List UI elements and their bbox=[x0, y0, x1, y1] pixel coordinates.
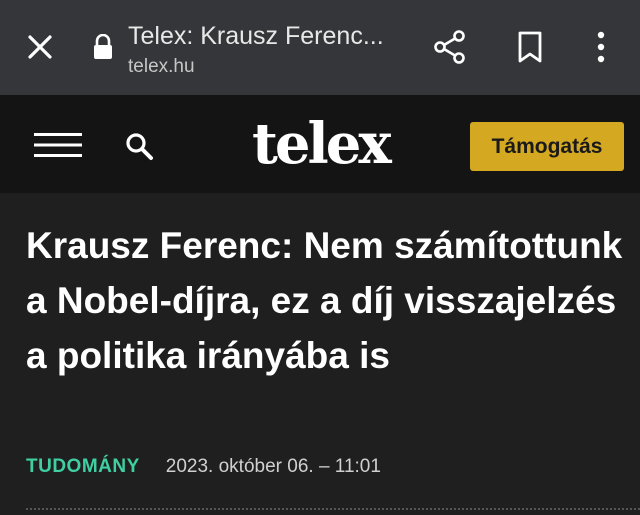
site-logo[interactable]: telex bbox=[252, 111, 392, 177]
support-button[interactable]: Támogatás bbox=[470, 122, 624, 171]
page-title[interactable]: Telex: Krausz Ferenc... bbox=[128, 22, 398, 51]
search-icon[interactable] bbox=[124, 131, 154, 161]
category-link[interactable]: TUDOMÁNY bbox=[26, 456, 140, 478]
publish-date: 2023. október 06. – 11:01 bbox=[165, 456, 381, 477]
page-url[interactable]: telex.hu bbox=[128, 56, 195, 78]
site-header: telex Támogatás bbox=[0, 95, 640, 193]
more-vert-icon[interactable] bbox=[592, 30, 610, 64]
article-headline: Krausz Ferenc: Nem számítottunk a Nobel-… bbox=[26, 225, 623, 376]
close-icon[interactable] bbox=[24, 31, 56, 63]
divider bbox=[26, 508, 640, 510]
lock-icon[interactable] bbox=[92, 33, 114, 60]
bookmark-icon[interactable] bbox=[516, 30, 544, 64]
browser-toolbar: Telex: Krausz Ferenc... telex.hu bbox=[0, 0, 640, 95]
share-icon[interactable] bbox=[432, 29, 468, 65]
hamburger-menu-icon[interactable] bbox=[34, 133, 82, 157]
article-meta: TUDOMÁNY 2023. október 06. – 11:01 bbox=[26, 456, 381, 478]
